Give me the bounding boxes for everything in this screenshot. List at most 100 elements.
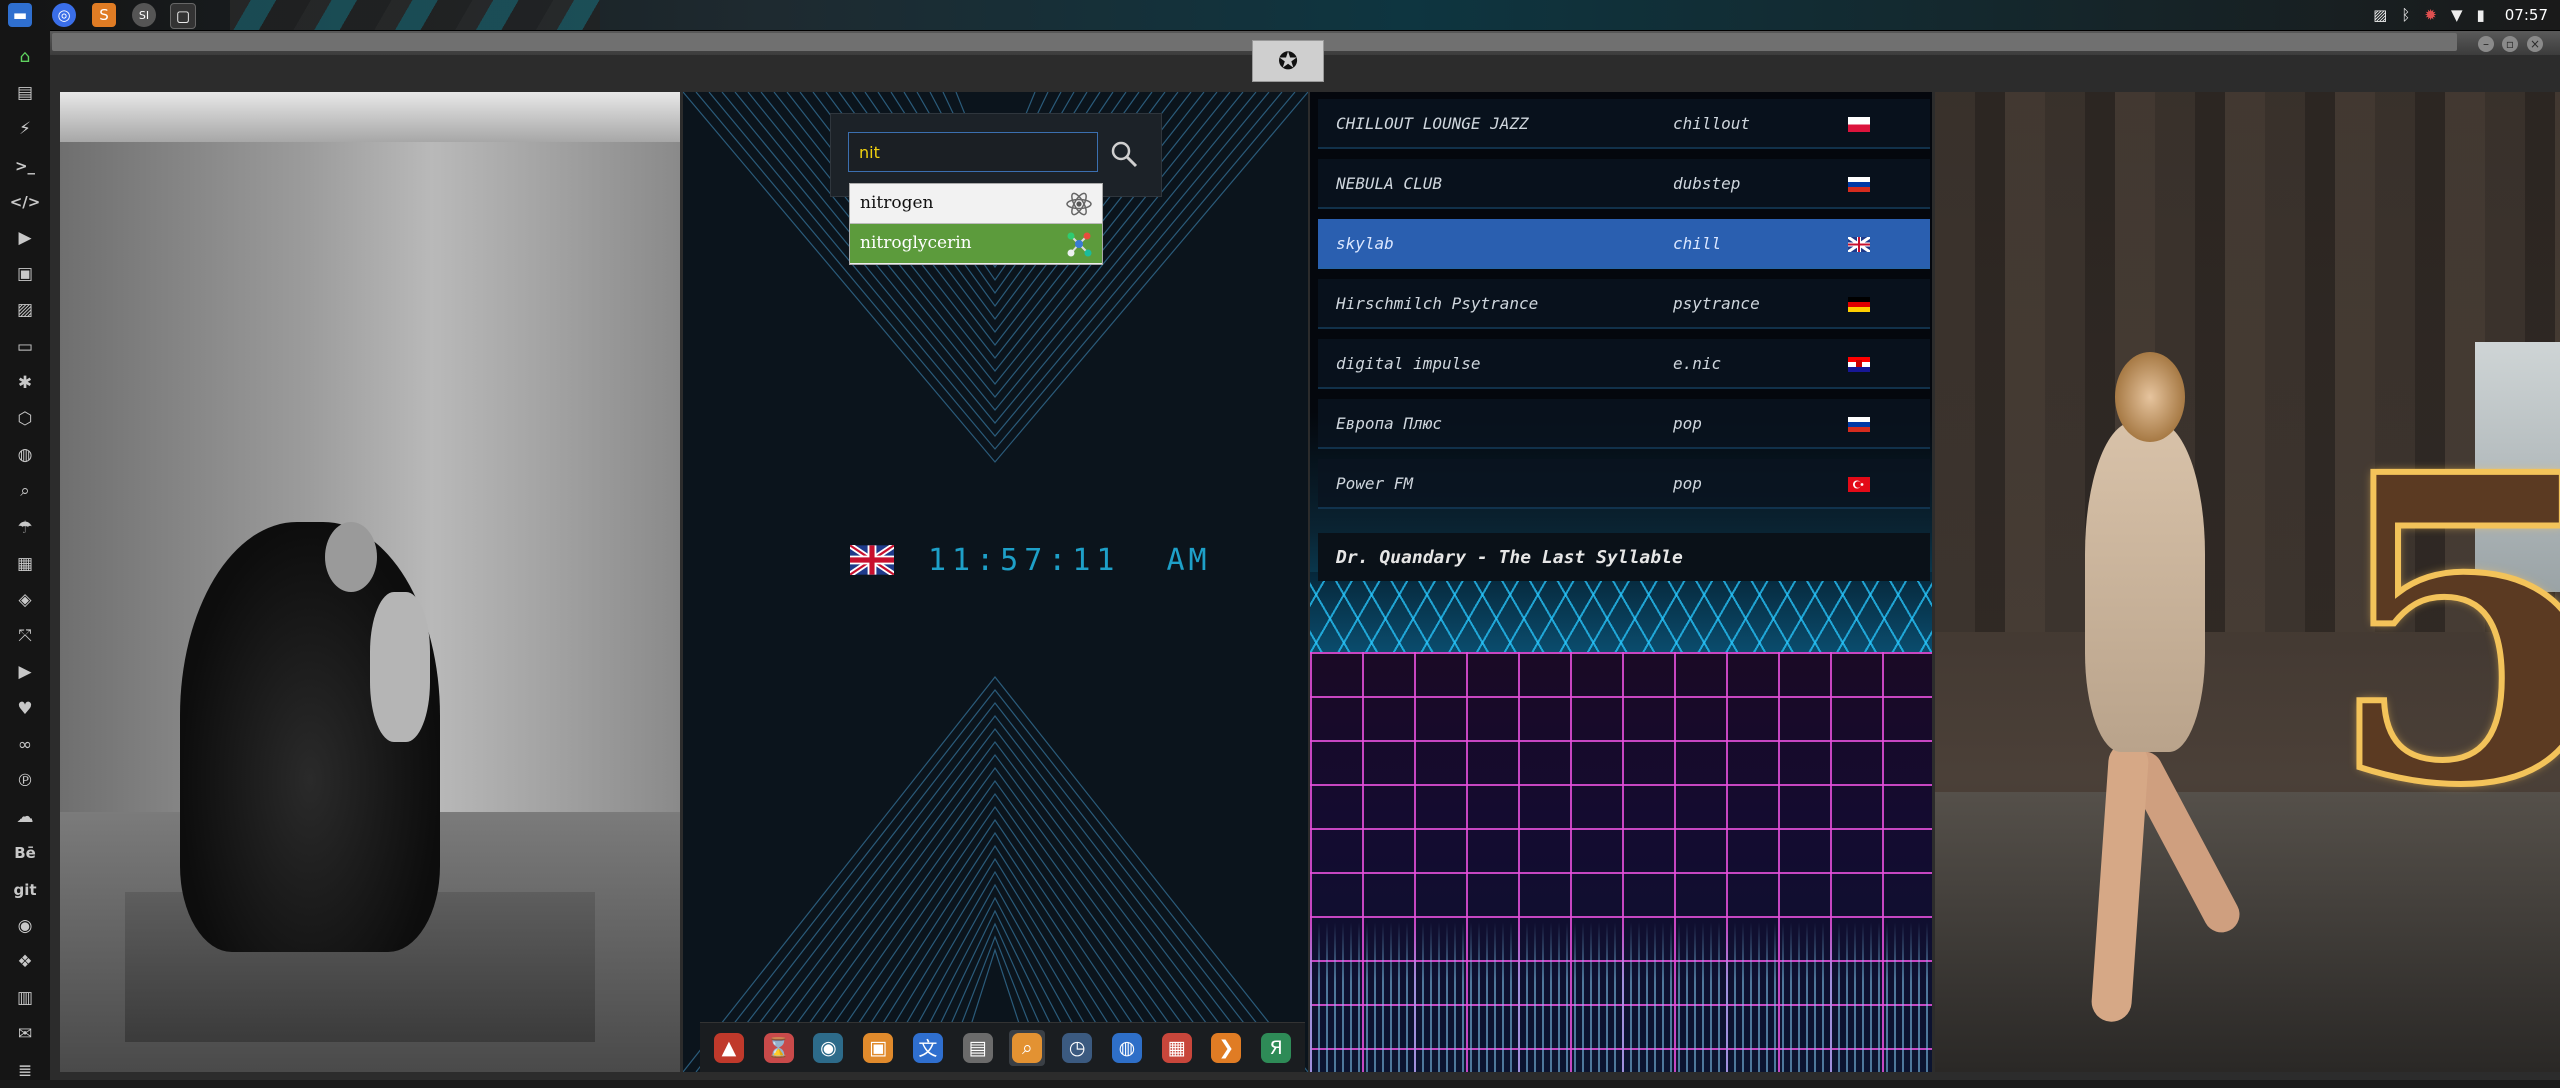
station-name: skylab (1336, 233, 1394, 253)
git-icon[interactable]: git (0, 873, 50, 907)
cloud-icon[interactable]: ☁ (0, 800, 50, 834)
contact-icon[interactable]: ▦ (0, 547, 50, 581)
battery-icon[interactable]: ▮ (2477, 6, 2485, 24)
search-app-icon[interactable]: ⌕ (1009, 1029, 1046, 1066)
settings-launcher-icon[interactable]: SI (132, 3, 156, 27)
world-clock: 11:57:11 AM (850, 540, 1211, 580)
umbrella-icon[interactable]: ☂ (0, 511, 50, 545)
wifi-icon[interactable]: ▼ (2451, 6, 2463, 24)
translate-icon[interactable]: 文 (910, 1030, 946, 1066)
puzzle-icon[interactable]: ❖ (0, 945, 50, 979)
station-row[interactable]: Европа Плюс pop (1318, 399, 1930, 449)
terminal-icon[interactable]: >_ (0, 149, 50, 183)
file-manager-icon[interactable]: ▬ (8, 3, 32, 27)
id-card-glyph: ▭ (16, 336, 34, 357)
code-icon[interactable]: </> (0, 185, 50, 219)
infinity-icon[interactable]: ∞ (0, 728, 50, 762)
mail-icon[interactable]: ✉ (0, 1017, 50, 1051)
yandex-icon[interactable]: Я (1258, 1030, 1294, 1066)
tag-glyph: ◈ (18, 590, 32, 610)
system-clock[interactable]: 07:57 (2505, 6, 2548, 24)
search-icon (1111, 141, 1138, 168)
bluetooth-icon[interactable]: ᛒ (2401, 6, 2410, 24)
rebel-alliance-icon[interactable]: ✪ (1252, 40, 1324, 82)
snowflake-icon[interactable]: ✱ (0, 366, 50, 400)
storage-icon[interactable]: ≣ (0, 1054, 50, 1088)
infinity-glyph: ∞ (17, 734, 33, 755)
station-row-selected[interactable]: skylab chill (1318, 219, 1930, 269)
calendar-glyph: ▦ (1161, 1032, 1192, 1063)
umbrella-glyph: ☂ (17, 517, 33, 538)
youtube-icon[interactable]: ▶ (0, 655, 50, 689)
image-viewer-icon[interactable]: ▣ (860, 1030, 896, 1066)
behance-icon[interactable]: Bē (0, 836, 50, 870)
github-icon[interactable]: ◉ (0, 909, 50, 943)
image-glyph: ▨ (16, 300, 34, 321)
arch-icon[interactable]: ▲ (711, 1030, 747, 1066)
sublime-launcher-icon[interactable]: S (92, 3, 116, 27)
hourglass-icon[interactable]: ⌛ (761, 1030, 797, 1066)
bug-icon[interactable]: ✹ (2424, 6, 2437, 24)
pinterest-icon[interactable]: ℗ (0, 764, 50, 798)
system-tray: ▨ ᛒ ✹ ▼ ▮ 07:57 (2373, 0, 2560, 30)
station-genre: e.nic (1673, 353, 1722, 373)
mail-glyph: ✉ (17, 1024, 33, 1045)
station-row[interactable]: CHILLOUT LOUNGE JAZZ chillout (1318, 99, 1930, 149)
browser-glyph: ◍ (1111, 1032, 1142, 1063)
browser-icon[interactable]: ◍ (1109, 1030, 1145, 1066)
station-genre: dubstep (1673, 173, 1741, 193)
document-icon[interactable]: ▤ (0, 76, 50, 110)
youtube-glyph: ▶ (18, 662, 32, 683)
station-row[interactable]: digital impulse e.nic (1318, 339, 1930, 389)
photo-panel-bw (60, 92, 680, 1072)
contact-glyph: ▦ (16, 553, 34, 574)
suggestion-label: nitrogen (860, 193, 934, 213)
image-icon[interactable]: ▨ (2373, 6, 2387, 24)
station-row[interactable]: Hirschmilch Psytrance psytrance (1318, 279, 1930, 329)
play-icon[interactable]: ▶ (0, 221, 50, 255)
sublime-glyph: ❯ (1211, 1032, 1242, 1063)
expand-icon[interactable]: ⤧ (0, 619, 50, 653)
suggestion-item[interactable]: nitrogen (850, 184, 1102, 224)
station-row[interactable]: NEBULA CLUB dubstep (1318, 159, 1930, 209)
files-icon[interactable]: ▣ (0, 257, 50, 291)
translate-glyph: 文 (912, 1032, 943, 1063)
storage-glyph: ≣ (17, 1060, 33, 1081)
station-name: NEBULA CLUB (1336, 173, 1442, 193)
hexagon-icon[interactable]: ⬡ (0, 402, 50, 436)
bolt-icon[interactable]: ⚡ (0, 112, 50, 146)
poland-flag (1848, 117, 1870, 132)
planet-icon[interactable]: ◉ (810, 1030, 846, 1066)
image-icon[interactable]: ▨ (0, 293, 50, 327)
globe-icon[interactable]: ◍ (0, 438, 50, 472)
sublime-icon[interactable]: ❯ (1208, 1030, 1244, 1066)
search-input[interactable] (848, 132, 1098, 172)
clock-app-icon[interactable]: ◷ (1059, 1030, 1095, 1066)
heart-icon[interactable]: ♥ (0, 692, 50, 726)
search-button[interactable] (1106, 136, 1142, 172)
minimize-button[interactable]: – (2478, 36, 2494, 52)
audio-visualizer (1310, 922, 1932, 1072)
suggestion-label: nitroglycerin (860, 233, 972, 253)
chromium-icon[interactable]: ◎ (52, 3, 76, 27)
close-button[interactable]: × (2527, 36, 2543, 52)
map-icon[interactable]: ▥ (0, 981, 50, 1015)
tag-icon[interactable]: ◈ (0, 583, 50, 617)
snowflake-glyph: ✱ (17, 372, 33, 393)
system-top-bar: ▬ ◎ S SI ▢ ▨ ᛒ ✹ ▼ ▮ 07:57 (0, 0, 2560, 31)
arch-glyph: ▲ (713, 1032, 744, 1063)
station-name: Европа Плюс (1336, 413, 1442, 433)
home-icon[interactable]: ⌂ (0, 40, 50, 74)
terminal-glyph: >_ (14, 156, 36, 175)
station-row[interactable]: Power FM pop (1318, 459, 1930, 509)
screen-icon[interactable]: ▤ (960, 1030, 996, 1066)
maximize-button[interactable]: ▫ (2502, 36, 2518, 52)
files-glyph: ▣ (16, 264, 34, 285)
id-card-icon[interactable]: ▭ (0, 330, 50, 364)
calendar-icon[interactable]: ▦ (1159, 1030, 1195, 1066)
yandex-glyph: Я (1261, 1032, 1292, 1063)
search-icon[interactable]: ⌕ (0, 474, 50, 508)
figure-dress (2085, 422, 2205, 752)
window-switcher-icon[interactable]: ▢ (170, 3, 196, 29)
suggestion-item-selected[interactable]: nitroglycerin (850, 224, 1102, 263)
